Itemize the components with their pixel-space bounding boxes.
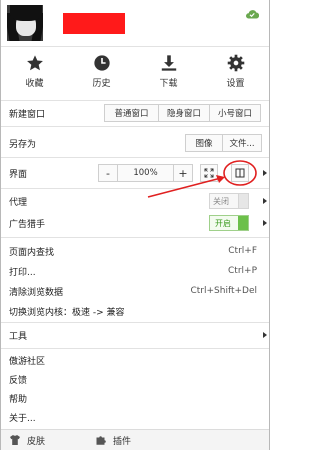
save-as-row: 另存为 图像 文件... [1, 132, 269, 154]
puzzle-icon [96, 436, 106, 445]
downloads-label: 下载 [159, 79, 178, 89]
divider [1, 126, 269, 127]
menu-item-about[interactable]: 关于... [1, 406, 269, 428]
plugins-button[interactable]: 插件 [95, 430, 131, 450]
clock-icon [93, 55, 110, 71]
browser-main-menu: 收藏 历史 下载 设置 新建窗口 普通窗口 隐身窗口 小号窗口 另存为 图像 文… [0, 0, 270, 450]
zoom-out-button[interactable]: - [99, 165, 117, 181]
fullscreen-button[interactable] [200, 164, 218, 182]
downloads-button[interactable]: 下载 [135, 50, 202, 98]
history-label: 历史 [92, 79, 111, 89]
skin-button[interactable]: 皮肤 [9, 430, 45, 450]
menu-item-tools[interactable]: 工具 [1, 324, 269, 346]
feedback-label: 反馈 [9, 375, 28, 386]
save-file-button[interactable]: 文件... [222, 134, 262, 152]
help-label: 帮助 [9, 394, 28, 405]
gear-icon [227, 54, 244, 72]
submenu-arrow-icon[interactable] [263, 332, 267, 338]
divider [1, 188, 269, 189]
history-button[interactable]: 历史 [68, 50, 135, 98]
fullscreen-icon [204, 168, 214, 178]
plugins-label: 插件 [113, 436, 132, 447]
save-image-button[interactable]: 图像 [185, 134, 223, 152]
ad-blocker-row[interactable]: 广告猎手 开启 [1, 212, 269, 234]
account-header [1, 0, 269, 46]
interface-row: 界面 - 100% + [1, 162, 269, 184]
find-shortcut: Ctrl+F [228, 246, 257, 256]
submenu-arrow-icon[interactable] [263, 220, 267, 226]
favorites-button[interactable]: 收藏 [1, 50, 68, 98]
incognito-window-button[interactable]: 隐身窗口 [158, 104, 210, 122]
divider [1, 100, 269, 101]
cloud-sync-icon[interactable] [245, 9, 259, 19]
divider [1, 46, 269, 47]
skin-label: 皮肤 [27, 436, 46, 447]
community-label: 傲游社区 [9, 356, 46, 367]
menu-item-find[interactable]: 页面内查找 Ctrl+F [1, 240, 269, 262]
print-label: 打印... [9, 267, 36, 278]
split-view-icon [235, 168, 245, 178]
proxy-toggle[interactable]: 关闭 [209, 193, 249, 209]
download-icon [161, 55, 176, 71]
new-window-row: 新建窗口 普通窗口 隐身窗口 小号窗口 [1, 102, 269, 124]
switch-engine-label: 切换浏览内核：极速 -> 兼容 [9, 307, 125, 318]
submenu-arrow-icon[interactable] [263, 198, 267, 204]
shirt-icon [10, 435, 20, 445]
clear-data-label: 清除浏览数据 [9, 287, 64, 298]
menu-item-switch-engine[interactable]: 切换浏览内核：极速 -> 兼容 [1, 300, 269, 322]
ad-blocker-label: 广告猎手 [9, 219, 46, 230]
proxy-row[interactable]: 代理 关闭 [1, 190, 269, 212]
clear-data-shortcut: Ctrl+Shift+Del [190, 286, 257, 296]
favorites-label: 收藏 [25, 79, 44, 89]
zoom-in-button[interactable]: + [174, 165, 192, 181]
divider [1, 322, 269, 323]
settings-button[interactable]: 设置 [202, 50, 269, 98]
menu-item-print[interactable]: 打印... Ctrl+P [1, 260, 269, 282]
about-label: 关于... [9, 413, 36, 424]
find-label: 页面内查找 [9, 247, 55, 258]
divider [1, 157, 269, 158]
save-as-label: 另存为 [9, 139, 37, 150]
star-icon [26, 55, 43, 71]
ad-blocker-toggle[interactable]: 开启 [209, 215, 249, 231]
zoom-control: - 100% + [98, 164, 193, 182]
divider [1, 237, 269, 238]
split-view-button[interactable] [231, 164, 249, 182]
toggle-knob [238, 216, 248, 230]
zoom-level: 100% [117, 165, 174, 181]
toggle-knob [238, 194, 248, 208]
print-shortcut: Ctrl+P [228, 266, 257, 276]
tools-label: 工具 [9, 331, 28, 342]
menu-item-clear-data[interactable]: 清除浏览数据 Ctrl+Shift+Del [1, 280, 269, 302]
small-window-button[interactable]: 小号窗口 [209, 104, 261, 122]
submenu-arrow-icon[interactable] [263, 170, 267, 176]
proxy-label: 代理 [9, 197, 28, 208]
username-redacted [63, 13, 125, 34]
new-window-label: 新建窗口 [9, 109, 46, 120]
ad-blocker-state: 开启 [215, 219, 231, 228]
normal-window-button[interactable]: 普通窗口 [104, 104, 159, 122]
settings-label: 设置 [226, 79, 245, 89]
proxy-state: 关闭 [213, 197, 229, 206]
quick-actions: 收藏 历史 下载 设置 [1, 50, 269, 98]
interface-label: 界面 [9, 169, 28, 180]
menu-footer: 皮肤 插件 [1, 429, 269, 450]
user-avatar[interactable] [7, 5, 43, 41]
